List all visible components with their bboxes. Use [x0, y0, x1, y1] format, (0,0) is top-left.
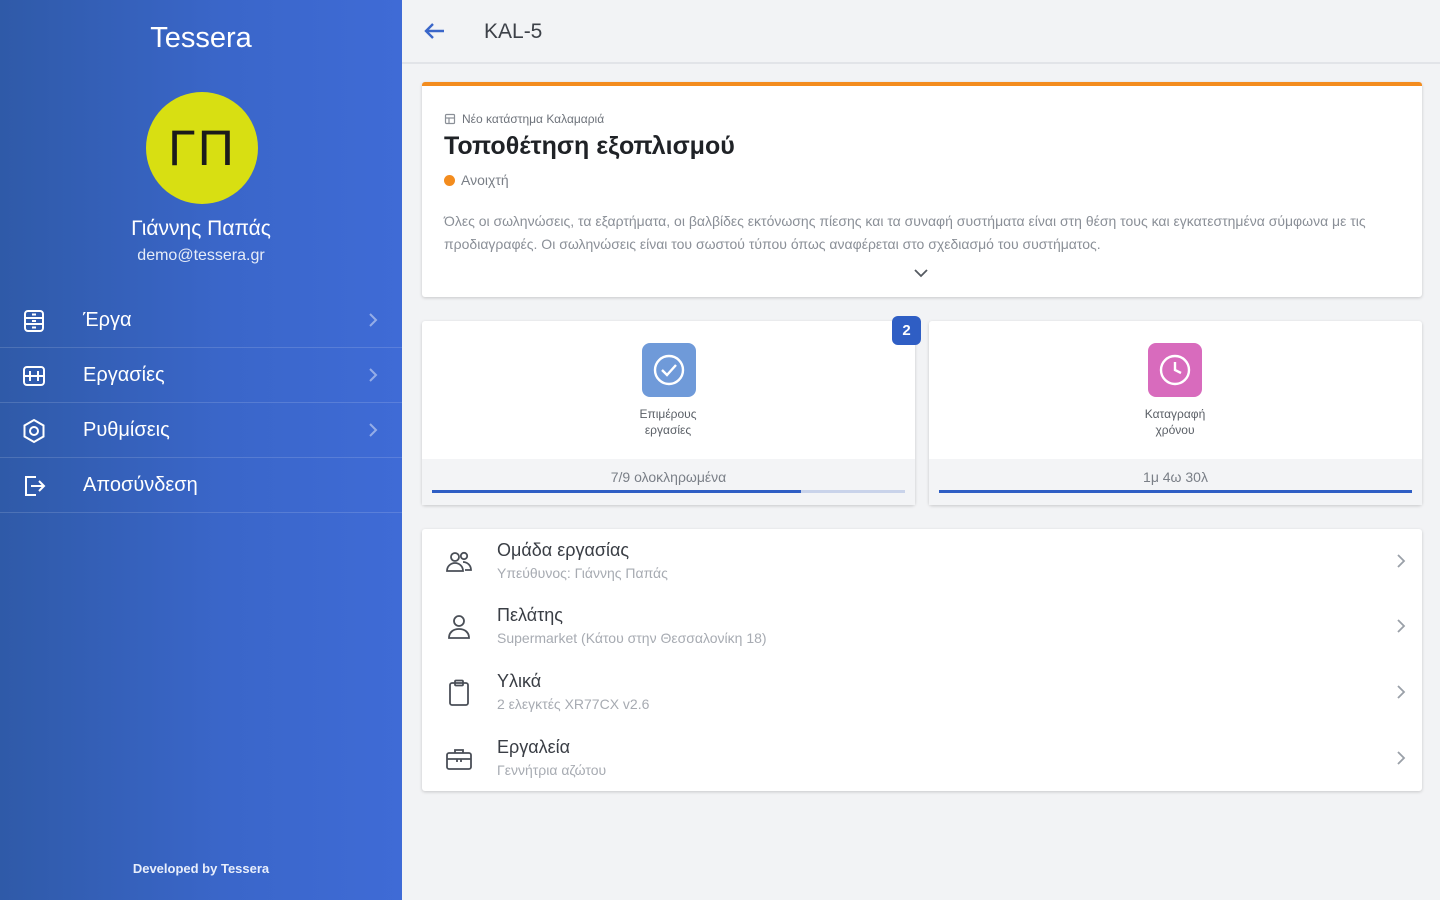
list-item-tools[interactable]: Εργαλεία Γεννήτρια αζώτου	[422, 726, 1422, 791]
chevron-right-icon	[1397, 751, 1406, 765]
list-item-title: Υλικά	[497, 671, 542, 691]
subtasks-footer: 7/9 ολοκληρωμένα	[422, 459, 915, 505]
chevron-right-icon	[1397, 619, 1406, 633]
list-item-team[interactable]: Ομάδα εργασίας Υπεύθυνος: Γιάννης Παπάς	[422, 529, 1422, 594]
sidebar-item-logout[interactable]: Αποσύνδεση	[0, 458, 402, 513]
team-icon	[446, 551, 472, 572]
subtasks-progress-track	[432, 490, 905, 493]
toolbox-icon	[446, 749, 472, 770]
back-arrow-icon[interactable]	[422, 18, 448, 44]
sidebar-item-projects[interactable]: Έργα	[0, 293, 402, 348]
tasks-icon	[23, 366, 45, 386]
footer-credit: Developed by Tessera	[132, 861, 270, 876]
sidebar-item-label: Ρυθμίσεις	[83, 418, 170, 441]
store-name: Νέο κατάστημα Καλαμαριά	[462, 112, 605, 126]
settings-icon	[23, 418, 45, 444]
task-info-list: Ομάδα εργασίας Υπεύθυνος: Γιάννης Παπάς …	[422, 529, 1422, 791]
avatar: ΓΠ	[146, 92, 258, 204]
chevron-right-icon	[369, 423, 378, 437]
chevron-down-icon[interactable]	[912, 266, 930, 280]
user-email: demo@tessera.gr	[137, 247, 265, 264]
chevron-right-icon	[369, 368, 378, 382]
time-progress-track	[939, 490, 1412, 493]
subtasks-progress-text: 7/9 ολοκληρωμένα	[610, 469, 727, 485]
clipboard-icon	[449, 679, 469, 706]
list-item-subtitle: 2 ελεγκτές XR77CX v2.6	[497, 696, 650, 712]
status-text: Ανοιχτή	[461, 172, 509, 188]
time-logged-text: 1μ 4ω 30λ	[1143, 469, 1208, 485]
user-name: Γιάννης Παπάς	[131, 217, 271, 240]
store-icon	[444, 113, 456, 125]
sidebar-nav: Έργα Εργασίες Ρυθμίσεις Αποσύνδεση	[0, 293, 402, 513]
list-item-subtitle: Υπεύθυνος: Γιάννης Παπάς	[497, 565, 668, 581]
sidebar: Tessera ΓΠ Γιάννης Παπάς demo@tessera.gr…	[0, 0, 402, 900]
logout-icon	[25, 476, 46, 496]
sidebar-item-settings[interactable]: Ρυθμίσεις	[0, 403, 402, 458]
page-title: KAL-5	[484, 20, 543, 43]
list-item-materials[interactable]: Υλικά 2 ελεγκτές XR77CX v2.6	[422, 660, 1422, 725]
list-item-client[interactable]: Πελάτης Supermarket (Κάτου στην Θεσσαλον…	[422, 594, 1422, 659]
sidebar-item-label: Εργασίες	[83, 363, 165, 386]
subtasks-label: Επιμέρους εργασίες	[639, 407, 697, 437]
list-item-subtitle: Γεννήτρια αζώτου	[497, 762, 607, 778]
list-item-subtitle: Supermarket (Κάτου στην Θεσσαλονίκη 18)	[497, 630, 767, 646]
status-dot-icon	[444, 174, 455, 186]
top-bar: KAL-5	[402, 0, 1440, 64]
store-row: Νέο κατάστημα Καλαμαριά	[444, 112, 604, 126]
time-label: Καταγραφή χρόνου	[1144, 407, 1206, 437]
task-description: Όλες οι σωληνώσεις, τα εξαρτήματα, οι βα…	[444, 213, 1366, 252]
time-progress-fill	[939, 490, 1412, 493]
list-item-title: Εργαλεία	[497, 737, 571, 757]
task-title: Τοποθέτηση εξοπλισμού	[444, 132, 735, 160]
status-badge: Ανοιχτή	[444, 172, 509, 188]
pending-count-badge: 2	[892, 316, 921, 345]
time-tile[interactable]: Καταγραφή χρόνου 1μ 4ω 30λ	[929, 321, 1422, 505]
brand-title: Tessera	[150, 22, 252, 54]
chevron-right-icon	[1397, 554, 1406, 568]
list-item-title: Πελάτης	[497, 605, 563, 625]
task-card: Νέο κατάστημα Καλαμαριά Τοποθέτηση εξοπλ…	[422, 82, 1422, 297]
list-item-title: Ομάδα εργασίας	[497, 540, 630, 560]
sidebar-item-label: Έργα	[83, 308, 132, 331]
chevron-right-icon	[1397, 685, 1406, 699]
subtasks-tile[interactable]: Επιμέρους εργασίες 7/9 ολοκληρωμένα	[422, 321, 915, 505]
projects-icon	[24, 310, 44, 332]
sidebar-item-tasks[interactable]: Εργασίες	[0, 348, 402, 403]
sidebar-item-label: Αποσύνδεση	[83, 473, 198, 496]
clock-icon	[1148, 343, 1202, 397]
person-icon	[448, 615, 470, 639]
time-footer: 1μ 4ω 30λ	[929, 459, 1422, 505]
subtasks-progress-fill	[432, 490, 801, 493]
chevron-right-icon	[369, 313, 378, 327]
check-circle-icon	[642, 343, 696, 397]
